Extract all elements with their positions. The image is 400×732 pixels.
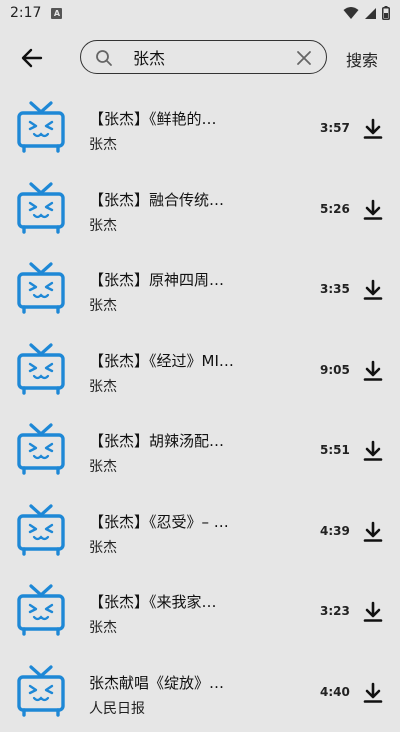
tv-icon: [16, 100, 66, 154]
result-item[interactable]: 【张杰】《忍受》– … 张杰 4:39: [0, 491, 400, 572]
search-button[interactable]: 搜索: [346, 47, 378, 71]
download-button[interactable]: [362, 682, 384, 704]
result-item[interactable]: 张杰献唱《绽放》… 人民日报 4:40: [0, 652, 400, 732]
tv-icon: [16, 342, 66, 396]
result-duration: 3:23: [320, 604, 350, 618]
tv-icon: [16, 583, 66, 637]
result-title: 【张杰】融合传统…: [89, 189, 274, 210]
result-item[interactable]: 【张杰】融合传统… 张杰 5:26: [0, 169, 400, 250]
download-button[interactable]: [362, 199, 384, 221]
result-artist: 张杰: [89, 456, 117, 476]
download-icon: [362, 447, 384, 466]
close-icon[interactable]: [296, 50, 312, 66]
result-title: 【张杰】《经过》MI…: [89, 350, 274, 371]
status-bar: 2:17 A: [0, 0, 400, 26]
result-title: 【张杰】《忍受》– …: [89, 511, 274, 532]
status-time: 2:17: [10, 5, 41, 21]
download-icon: [362, 689, 384, 708]
result-item[interactable]: 【张杰】《经过》MI… 张杰 9:05: [0, 330, 400, 411]
tv-icon: [16, 664, 66, 718]
search-toolbar: 搜索: [0, 38, 400, 78]
result-duration: 4:39: [320, 524, 350, 538]
result-title: 张杰献唱《绽放》…: [89, 672, 274, 693]
tv-icon: [16, 422, 66, 476]
download-button[interactable]: [362, 118, 384, 140]
result-artist: 张杰: [89, 376, 117, 396]
search-field[interactable]: [80, 40, 327, 74]
download-icon: [362, 286, 384, 305]
result-artist: 人民日报: [89, 698, 145, 718]
result-duration: 3:57: [320, 121, 350, 135]
result-item[interactable]: 【张杰】《鲜艳的… 张杰 3:57: [0, 88, 400, 169]
signal-icon: [364, 6, 377, 20]
tv-icon: [16, 261, 66, 315]
result-duration: 5:51: [320, 443, 350, 457]
download-icon: [362, 125, 384, 144]
download-icon: [362, 206, 384, 225]
result-artist: 张杰: [89, 537, 117, 557]
result-title: 【张杰】胡辣汤配…: [89, 430, 274, 451]
search-icon: [95, 49, 113, 67]
download-icon: [362, 367, 384, 386]
notification-icon: A: [51, 8, 62, 19]
result-artist: 张杰: [89, 215, 117, 235]
result-duration: 3:35: [320, 282, 350, 296]
battery-icon: [382, 6, 390, 20]
search-input[interactable]: [133, 45, 283, 69]
result-artist: 张杰: [89, 617, 117, 637]
result-artist: 张杰: [89, 295, 117, 315]
result-item[interactable]: 【张杰】胡辣汤配… 张杰 5:51: [0, 410, 400, 491]
result-duration: 5:26: [320, 202, 350, 216]
download-button[interactable]: [362, 521, 384, 543]
download-button[interactable]: [362, 360, 384, 382]
download-icon: [362, 608, 384, 627]
result-duration: 4:40: [320, 685, 350, 699]
download-button[interactable]: [362, 440, 384, 462]
download-button[interactable]: [362, 279, 384, 301]
result-title: 【张杰】《来我家…: [89, 591, 274, 612]
tv-icon: [16, 503, 66, 557]
result-artist: 张杰: [89, 134, 117, 154]
result-title: 【张杰】原神四周…: [89, 269, 274, 290]
wifi-icon: [343, 6, 359, 20]
result-title: 【张杰】《鲜艳的…: [89, 108, 274, 129]
result-item[interactable]: 【张杰】《来我家… 张杰 3:23: [0, 571, 400, 652]
download-button[interactable]: [362, 601, 384, 623]
result-list: 【张杰】《鲜艳的… 张杰 3:57 【张杰】融合传统… 张杰 5:26 【张杰】原神四周…: [0, 88, 400, 732]
download-icon: [362, 528, 384, 547]
result-item[interactable]: 【张杰】原神四周… 张杰 3:35: [0, 249, 400, 330]
result-duration: 9:05: [320, 363, 350, 377]
back-button[interactable]: [18, 44, 46, 72]
tv-icon: [16, 181, 66, 235]
arrow-left-icon: [21, 48, 43, 68]
